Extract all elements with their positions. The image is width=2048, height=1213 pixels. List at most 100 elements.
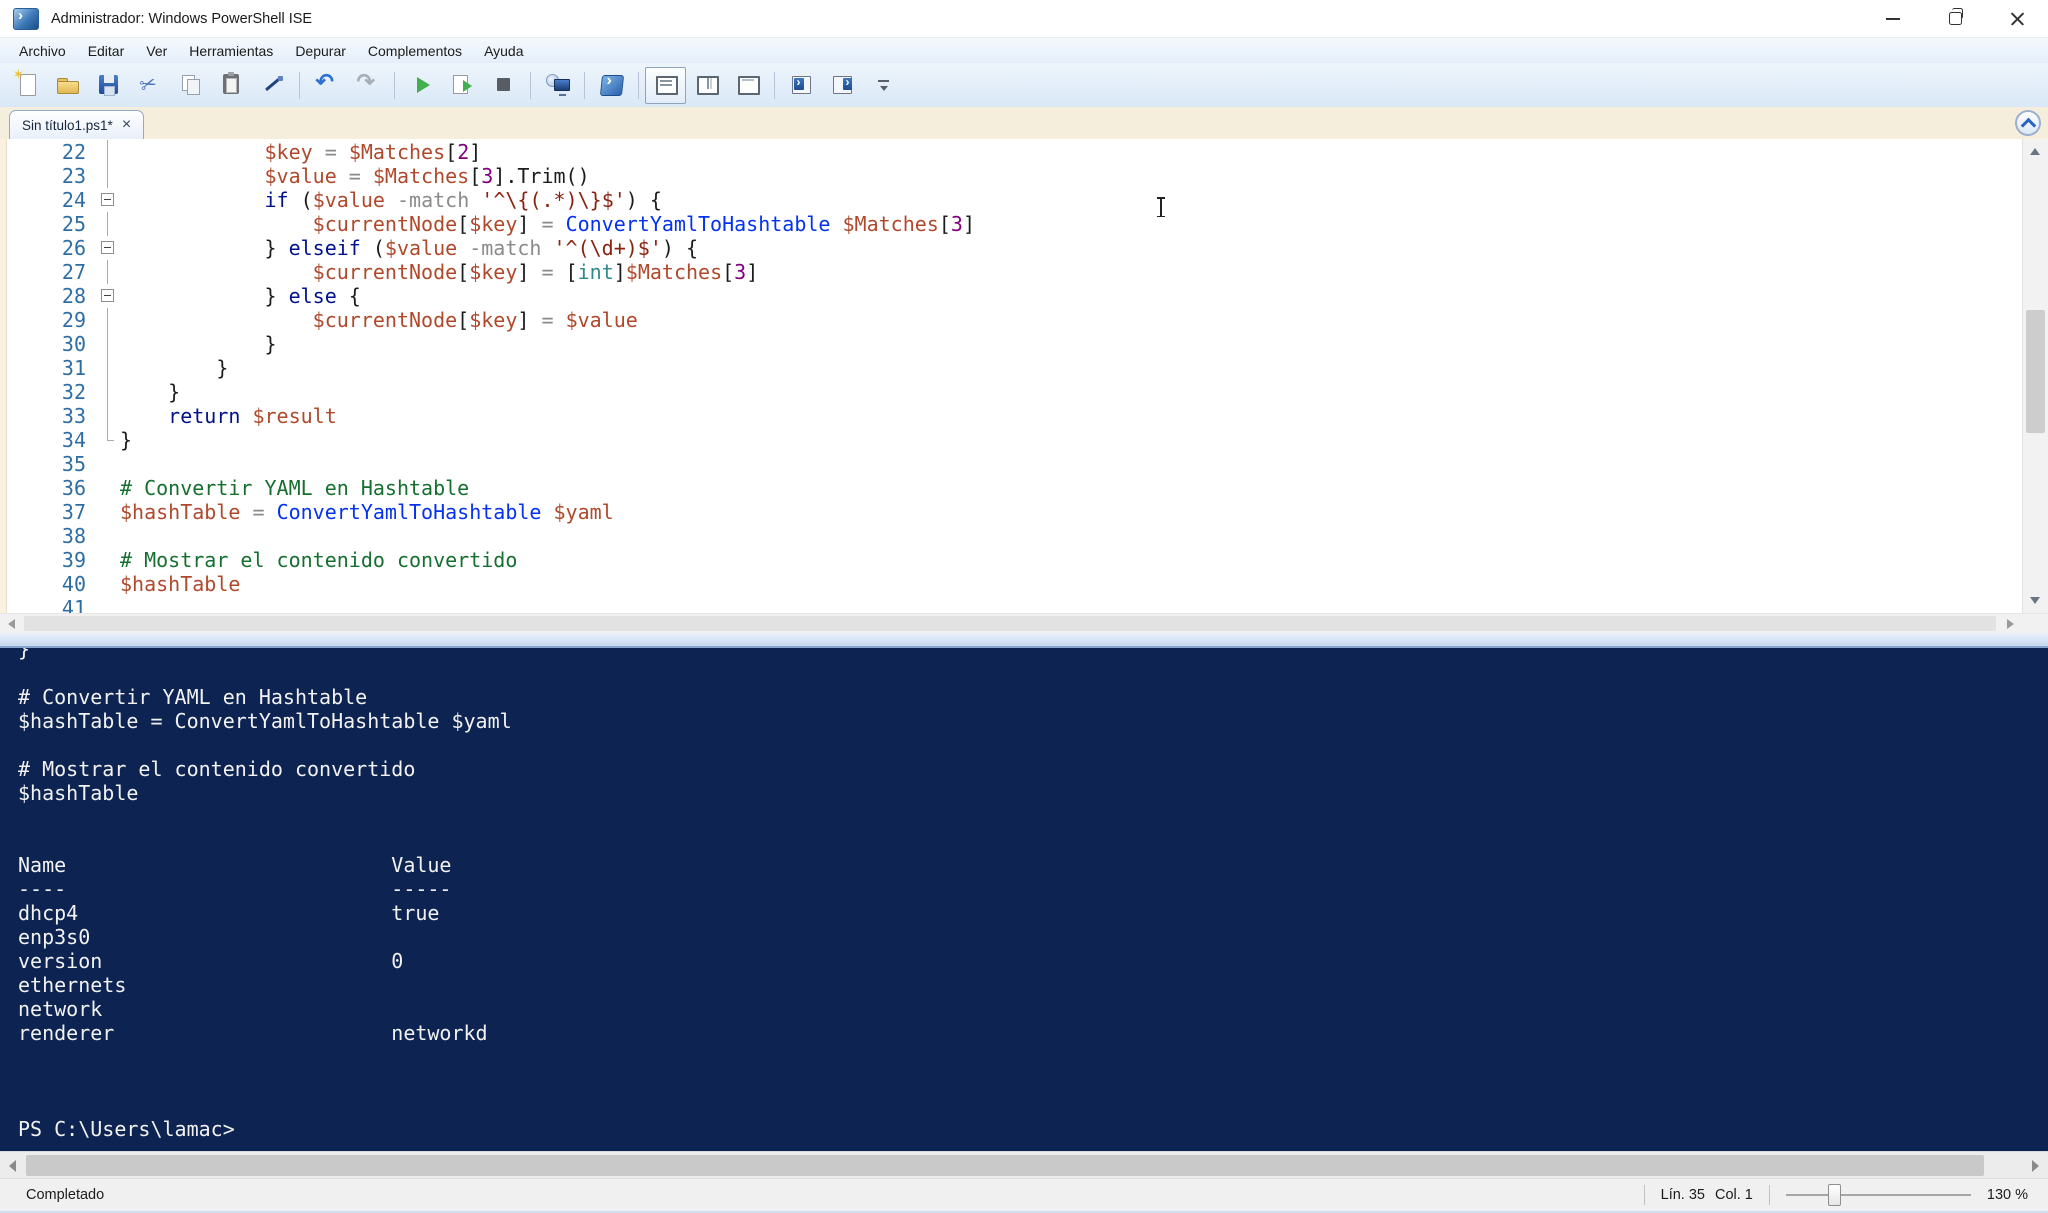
code-line[interactable]: 23 $value = $Matches[3].Trim()	[0, 164, 2022, 188]
line-indicator: Lín. 35	[1661, 1187, 1705, 1203]
console-pane[interactable]: } # Convertir YAML en Hashtable $hashTab…	[0, 648, 2048, 1151]
statusbar-right: Lín. 35 Col. 1 130 %	[1644, 1184, 2028, 1206]
toolbar-separator	[299, 72, 300, 99]
line-col-indicator: Lín. 35 Col. 1	[1661, 1187, 1753, 1203]
open-script-button[interactable]	[47, 67, 88, 104]
pane-splitter[interactable]	[0, 633, 2048, 648]
text-cursor	[1160, 197, 1162, 217]
code-line[interactable]: 34}	[0, 428, 2022, 452]
fold-gutter	[96, 596, 120, 613]
fold-gutter	[96, 212, 120, 236]
zoom-slider-thumb[interactable]	[1828, 1184, 1841, 1206]
code-text: return $result	[120, 404, 337, 428]
console-hscroll-thumb[interactable]	[26, 1155, 1984, 1176]
code-line[interactable]: 31 }	[0, 356, 2022, 380]
scroll-down-icon[interactable]	[2030, 597, 2040, 604]
scroll-left-icon[interactable]	[8, 619, 15, 629]
remote-tab-button[interactable]	[537, 67, 578, 104]
new-script-button[interactable]	[6, 67, 47, 104]
code-line[interactable]: 39# Mostrar el contenido convertido	[0, 548, 2022, 572]
powershell-console-button[interactable]	[591, 67, 632, 104]
save-script-button[interactable]	[88, 67, 129, 104]
redo-button[interactable]	[347, 67, 388, 104]
script-tab-label: Sin título1.ps1*	[22, 118, 113, 133]
stop-button[interactable]	[483, 67, 524, 104]
code-line[interactable]: 35	[0, 452, 2022, 476]
menu-item-ver[interactable]: Ver	[135, 43, 178, 59]
fold-toggle-icon[interactable]	[101, 289, 114, 302]
editor-vscroll-thumb[interactable]	[2026, 310, 2045, 433]
minimize-button[interactable]	[1862, 0, 1924, 37]
code-line[interactable]: 41	[0, 596, 2022, 613]
code-area[interactable]: 22 $key = $Matches[2]23 $value = $Matche…	[0, 140, 2022, 613]
code-line[interactable]: 32 }	[0, 380, 2022, 404]
fold-toggle-icon[interactable]	[101, 193, 114, 206]
menu-item-editar[interactable]: Editar	[77, 43, 136, 59]
restore-button[interactable]	[1924, 0, 1986, 37]
chevron-up-icon	[2020, 117, 2036, 133]
scroll-up-icon[interactable]	[2030, 148, 2040, 155]
new-tab-left-button[interactable]	[781, 67, 822, 104]
editor-hscroll-thumb[interactable]	[24, 616, 1996, 631]
paste-button[interactable]	[211, 67, 252, 104]
code-line[interactable]: 38	[0, 524, 2022, 548]
redo-icon	[355, 72, 381, 98]
menu-item-depurar[interactable]: Depurar	[284, 43, 357, 59]
code-line[interactable]: 36# Convertir YAML en Hashtable	[0, 476, 2022, 500]
window-title: Administrador: Windows PowerShell ISE	[51, 11, 312, 27]
editor-horizontal-scrollbar[interactable]	[0, 613, 2048, 634]
zoom-slider-track[interactable]	[1786, 1194, 1971, 1196]
run-selection-button[interactable]	[442, 67, 483, 104]
toolbar-separator	[530, 72, 531, 99]
code-line[interactable]: 30 }	[0, 332, 2022, 356]
console-scroll-left-icon[interactable]	[9, 1160, 16, 1172]
editor-vertical-scrollbar[interactable]	[2022, 139, 2048, 613]
menu-item-ayuda[interactable]: Ayuda	[473, 43, 534, 59]
layout-right-button[interactable]	[686, 67, 727, 104]
console-scroll-right-icon[interactable]	[2032, 1160, 2039, 1172]
cut-button[interactable]	[129, 67, 170, 104]
close-button[interactable]	[1986, 0, 2048, 37]
statusbar-separator	[1769, 1185, 1770, 1205]
script-editor-pane[interactable]: 22 $key = $Matches[2]23 $value = $Matche…	[0, 139, 2048, 613]
code-line[interactable]: 40$hashTable	[0, 572, 2022, 596]
menu-item-herramientas[interactable]: Herramientas	[178, 43, 284, 59]
fold-toggle-icon[interactable]	[101, 241, 114, 254]
zoom-slider[interactable]	[1786, 1184, 1971, 1206]
code-text: $key = $Matches[2]	[120, 140, 481, 164]
tab-close-icon[interactable]: ×	[122, 117, 131, 133]
code-line[interactable]: 28 } else {	[0, 284, 2022, 308]
menu-item-complementos[interactable]: Complementos	[357, 43, 473, 59]
overflow-button[interactable]	[863, 67, 904, 104]
menu-item-archivo[interactable]: Archivo	[8, 43, 77, 59]
script-tab[interactable]: Sin título1.ps1* ×	[9, 110, 144, 139]
collapse-script-pane-button[interactable]	[2015, 110, 2041, 136]
run-script-button[interactable]	[401, 67, 442, 104]
undo-button[interactable]	[306, 67, 347, 104]
code-line[interactable]: 33 return $result	[0, 404, 2022, 428]
code-line[interactable]: 29 $currentNode[$key] = $value	[0, 308, 2022, 332]
code-line[interactable]: 37$hashTable = ConvertYamlToHashtable $y…	[0, 500, 2022, 524]
layout-top-button[interactable]	[645, 67, 686, 104]
code-line[interactable]: 26 } elseif ($value -match '^(\d+)$') {	[0, 236, 2022, 260]
code-text: if ($value -match '^\{(.*)\}$') {	[120, 188, 662, 212]
code-text: $currentNode[$key] = $value	[120, 308, 638, 332]
menu-bar: ArchivoEditarVerHerramientasDepurarCompl…	[0, 37, 2048, 64]
code-line[interactable]: 22 $key = $Matches[2]	[0, 140, 2022, 164]
run-selection-icon	[450, 72, 476, 98]
clear-console-button[interactable]	[252, 67, 293, 104]
title-bar: Administrador: Windows PowerShell ISE	[0, 0, 2048, 38]
code-text: } elseif ($value -match '^(\d+)$') {	[120, 236, 698, 260]
code-line[interactable]: 25 $currentNode[$key] = ConvertYamlToHas…	[0, 212, 2022, 236]
line-number: 33	[0, 404, 96, 428]
powershell-console-icon	[599, 72, 625, 98]
new-tab-right-button[interactable]	[822, 67, 863, 104]
line-number: 31	[0, 356, 96, 380]
code-line[interactable]: 27 $currentNode[$key] = [int]$Matches[3]	[0, 260, 2022, 284]
layout-full-button[interactable]	[727, 67, 768, 104]
copy-button[interactable]	[170, 67, 211, 104]
code-line[interactable]: 24 if ($value -match '^\{(.*)\}$') {	[0, 188, 2022, 212]
scroll-right-icon[interactable]	[2007, 619, 2014, 629]
fold-gutter	[96, 524, 120, 548]
console-horizontal-scrollbar[interactable]	[0, 1151, 2048, 1179]
